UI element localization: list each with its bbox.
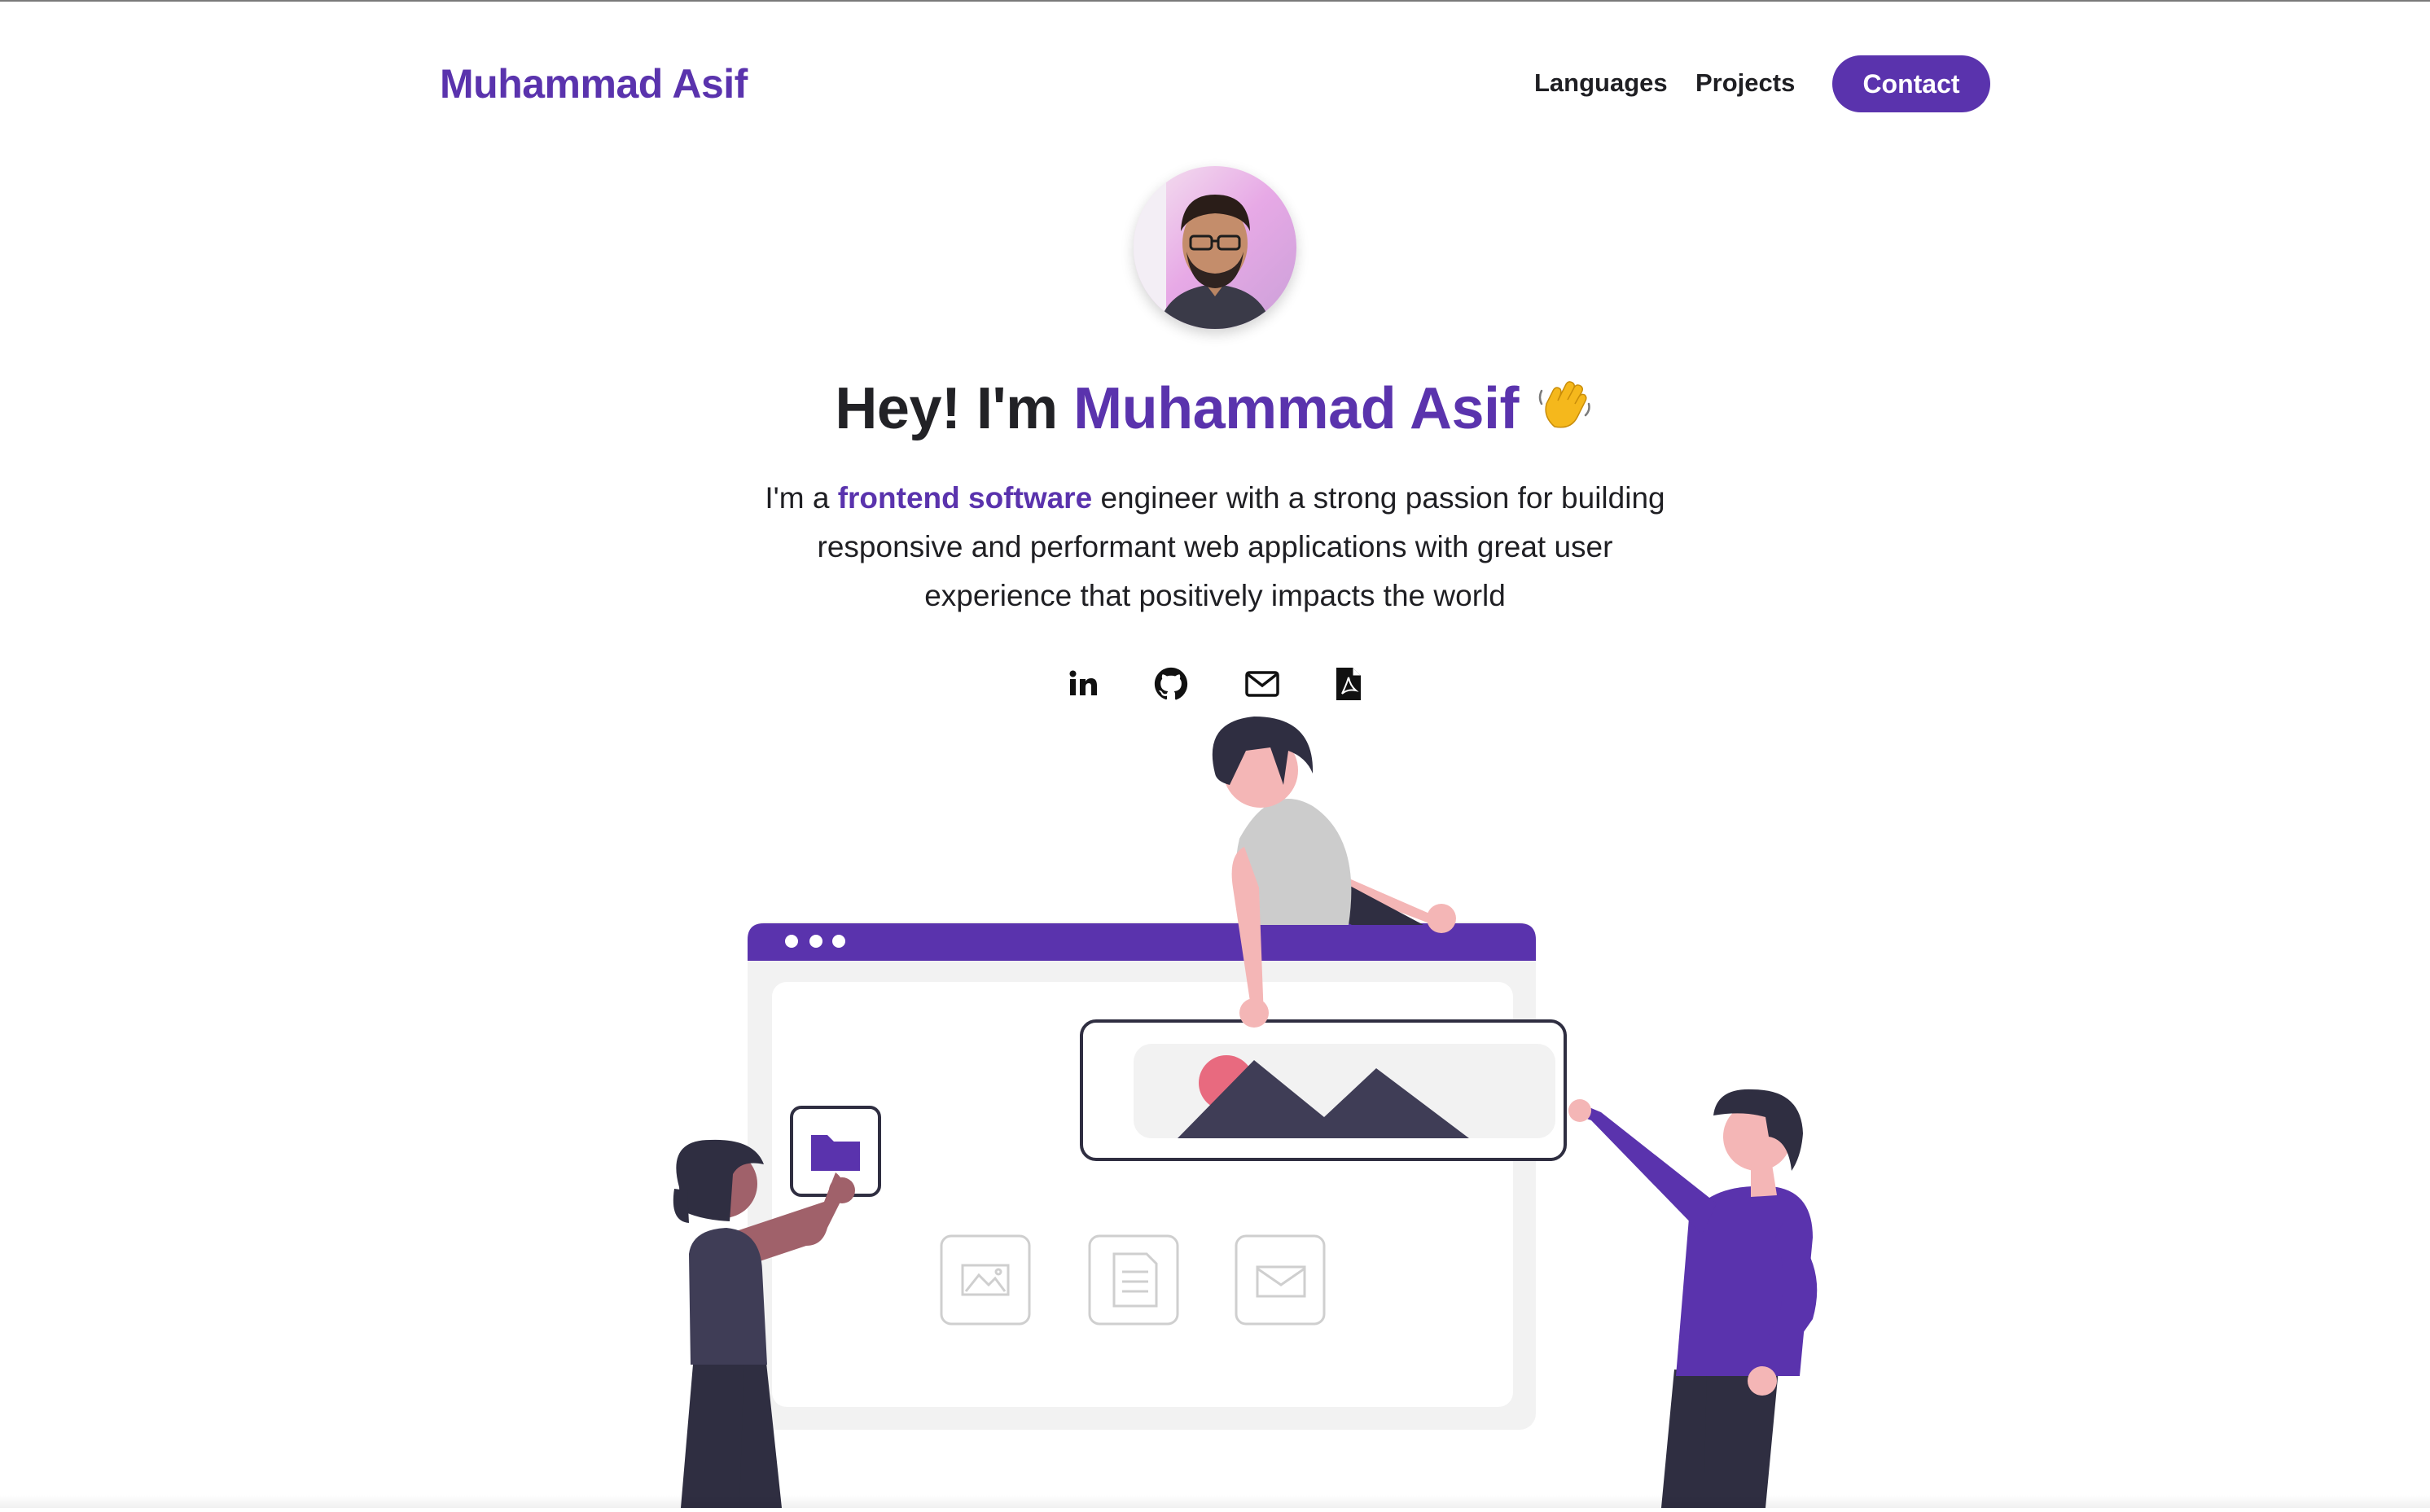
wave-hand-icon: [1535, 373, 1595, 447]
heading-prefix: Hey! I'm: [835, 376, 1073, 441]
bio-highlight: frontend software: [838, 481, 1092, 515]
man-right-figure: [1568, 1089, 1817, 1508]
contact-button[interactable]: Contact: [1832, 55, 1990, 112]
bio-line-2: responsive and performant web applicatio…: [710, 523, 1720, 572]
navbar: Muhammad Asif Languages Projects Contact: [0, 0, 2430, 171]
hero-bio: I'm a frontend software engineer with a …: [710, 474, 1720, 620]
bio-line-3: experience that positively impacts the w…: [710, 572, 1720, 620]
bio-prefix: I'm a: [765, 481, 837, 515]
avatar: [1134, 166, 1296, 329]
nav-projects[interactable]: Projects: [1695, 68, 1795, 98]
bio-line1-rest: engineer with a strong passion for build…: [1092, 481, 1665, 515]
brand-logo[interactable]: Muhammad Asif: [440, 60, 748, 107]
heading-name: Muhammad Asif: [1073, 376, 1519, 441]
hero-illustration: [0, 700, 2430, 1508]
bottom-fade: [0, 1495, 2430, 1508]
image-card: [1081, 1021, 1565, 1159]
hero-heading: Hey! I'm Muhammad Asif: [0, 373, 2430, 447]
bio-line-1: I'm a frontend software engineer with a …: [710, 474, 1720, 523]
nav-languages[interactable]: Languages: [1534, 68, 1668, 98]
